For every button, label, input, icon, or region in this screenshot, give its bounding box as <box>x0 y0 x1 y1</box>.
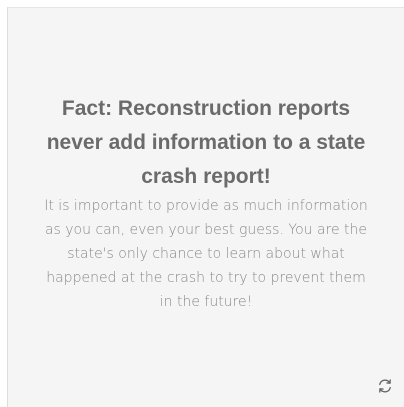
refresh-button[interactable] <box>374 375 396 397</box>
fact-card: Fact: Reconstruction reports never add i… <box>7 7 404 407</box>
fact-content: Fact: Reconstruction reports never add i… <box>8 92 404 314</box>
fact-title: Fact: Reconstruction reports never add i… <box>46 97 366 188</box>
fact-body: It is important to provide as much infor… <box>44 198 368 310</box>
refresh-icon <box>379 379 391 393</box>
